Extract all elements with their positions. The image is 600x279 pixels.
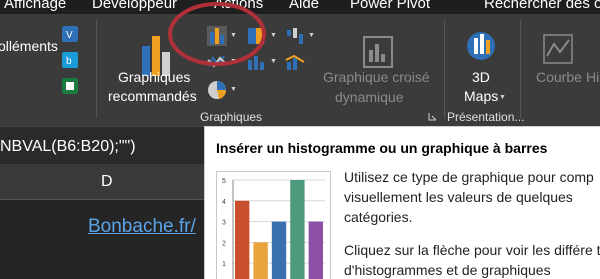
pivot-chart-icon[interactable] <box>363 36 393 68</box>
tooltip-panel: Insérer un histogramme ou un graphique à… <box>204 126 600 279</box>
combo-chart-icon[interactable] <box>285 54 305 70</box>
chevron-down-icon[interactable]: ▼ <box>270 58 277 65</box>
separator <box>444 20 445 118</box>
ribbon: olléments V b Graphiques recommandés ▼ ▼… <box>0 2 600 126</box>
chevron-down-icon[interactable]: ▼ <box>230 86 237 93</box>
tooltip-title: Insérer un histogramme ou un graphique à… <box>216 140 548 156</box>
column-header-label: D <box>101 173 113 190</box>
pivot-chart-label-2[interactable]: dynamique <box>335 89 404 105</box>
hyperlink-cell[interactable]: Bonbache.fr/ <box>88 216 196 238</box>
group-label-tours: Présentation... <box>447 110 525 124</box>
maps-label-2[interactable]: Maps <box>464 88 498 104</box>
y-tick-label: 2 <box>222 240 226 247</box>
separator <box>96 20 97 118</box>
menu-aide[interactable]: Aide <box>289 0 319 12</box>
svg-text:b: b <box>66 56 72 67</box>
ribbon-left-label: olléments <box>0 38 58 54</box>
bar-4 <box>290 180 305 279</box>
chevron-down-icon[interactable]: ▼ <box>499 94 506 101</box>
y-tick-label: 5 <box>222 178 226 185</box>
bar-3 <box>271 221 287 279</box>
svg-text:V: V <box>66 30 73 41</box>
sparkline-line-label[interactable]: Courbe <box>536 69 582 85</box>
menu-developpeur[interactable]: Développeur <box>92 0 177 12</box>
people-graph-icon[interactable] <box>62 78 78 94</box>
menu-power-pivot[interactable]: Power Pivot <box>350 0 430 12</box>
menu-affichage[interactable]: Affichage <box>4 0 66 12</box>
highlight-circle <box>168 2 266 66</box>
sparkline-histogram-label[interactable]: His <box>586 69 600 85</box>
bar-5 <box>308 221 323 279</box>
column-header[interactable]: D <box>0 164 210 200</box>
search-menu[interactable]: Rechercher des o <box>484 0 600 12</box>
maps-label-1[interactable]: 3D <box>472 69 490 85</box>
chart-preview: 5 4 3 2 1 <box>216 171 331 279</box>
pie-chart-icon[interactable] <box>207 80 227 100</box>
formula-text[interactable]: NBVAL(B6:B20);"") <box>0 138 136 156</box>
group-label-charts: Graphiques <box>200 110 263 124</box>
preview-chart: 5 4 3 2 1 <box>222 178 325 279</box>
globe-maps-icon[interactable] <box>466 28 496 64</box>
chevron-down-icon[interactable]: ▼ <box>270 32 277 39</box>
y-tick-label: 4 <box>222 199 226 206</box>
separator <box>520 20 521 118</box>
tooltip-description: Utilisez ce type de graphique pour comp … <box>344 169 594 225</box>
y-tick-label: 3 <box>222 220 226 227</box>
visio-icon[interactable]: V <box>62 26 78 42</box>
y-tick-label: 1 <box>222 261 226 268</box>
bing-maps-icon[interactable]: b <box>62 52 78 68</box>
bar-1 <box>235 200 250 279</box>
chevron-down-icon[interactable]: ▼ <box>308 32 315 39</box>
tooltip-hint: Cliquez sur la flèche pour voir les diff… <box>344 242 600 278</box>
pivot-chart-label-1[interactable]: Graphique croisé <box>323 69 430 85</box>
sparkline-line-icon[interactable] <box>543 34 573 64</box>
menu-bar: Affichage Développeur Actions Aide Power… <box>0 0 600 14</box>
waterfall-chart-icon[interactable] <box>285 26 305 46</box>
recommended-charts-label-2[interactable]: recommandés <box>108 88 197 104</box>
bar-2 <box>253 242 268 279</box>
dialog-launcher-icon[interactable] <box>428 112 437 121</box>
